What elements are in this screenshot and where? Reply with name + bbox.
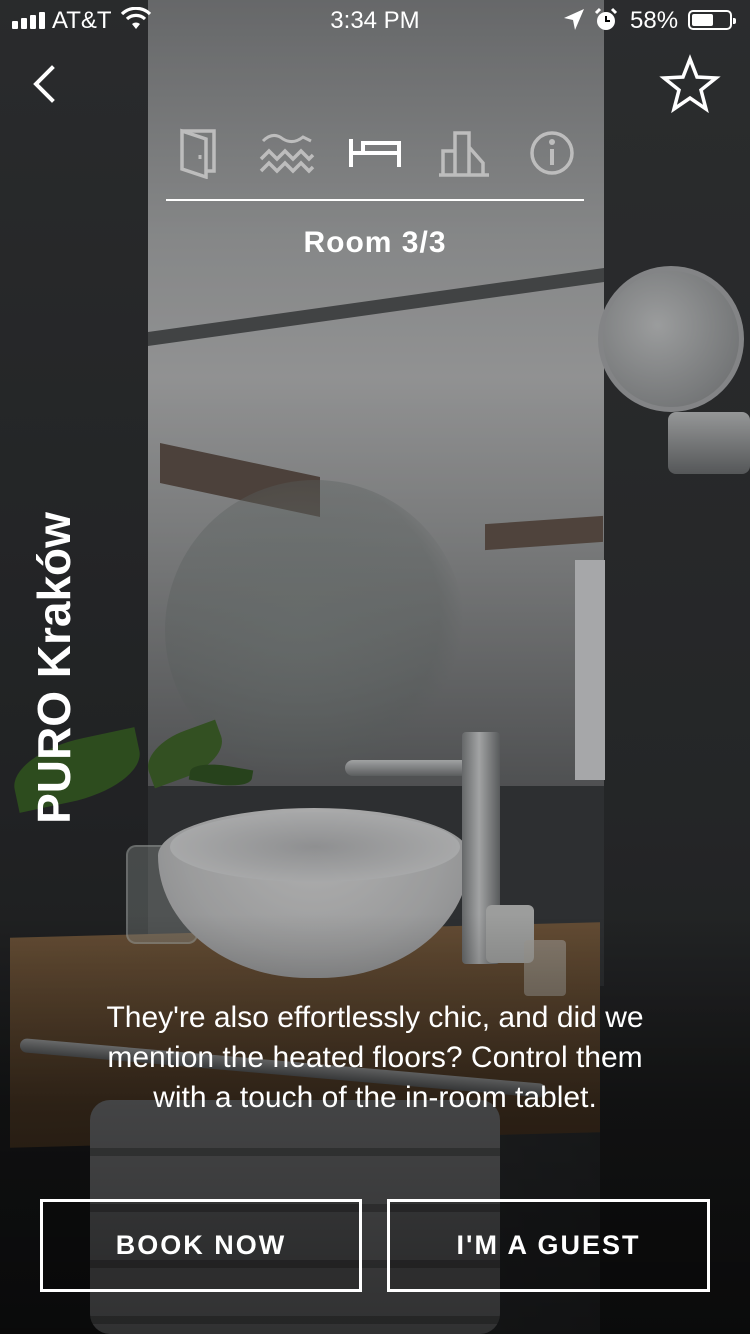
star-outline-icon — [659, 54, 721, 114]
chevron-left-icon — [33, 65, 55, 103]
hotel-name: PURO Kraków — [28, 512, 80, 824]
door-icon — [180, 128, 216, 179]
battery-percent: 58% — [630, 7, 679, 34]
tab-amenities[interactable] — [255, 120, 319, 186]
tab-rooms[interactable] — [343, 120, 407, 186]
tab-divider — [166, 199, 584, 201]
city-buildings-icon — [438, 131, 489, 177]
tab-door[interactable] — [166, 120, 230, 186]
favorite-button[interactable] — [658, 54, 722, 114]
room-counter: Room 3/3 — [303, 226, 447, 259]
battery-icon — [688, 10, 736, 30]
waves-icon — [259, 134, 314, 174]
bed-icon — [349, 139, 401, 167]
im-a-guest-button[interactable]: I'M A GUEST — [387, 1199, 710, 1292]
alarm-icon — [594, 7, 618, 40]
location-icon — [563, 8, 585, 39]
battery-level — [692, 14, 713, 26]
back-button[interactable] — [22, 58, 70, 110]
info-icon — [530, 131, 574, 175]
tab-info[interactable] — [520, 120, 584, 186]
tab-neighborhood[interactable] — [432, 120, 496, 186]
book-now-button[interactable]: BOOK NOW — [40, 1199, 362, 1292]
room-description: They're also effortlessly chic, and did … — [106, 1001, 644, 1114]
section-tabs — [166, 120, 584, 190]
status-bar: AT&T 3:34 PM 58% — [0, 0, 750, 40]
